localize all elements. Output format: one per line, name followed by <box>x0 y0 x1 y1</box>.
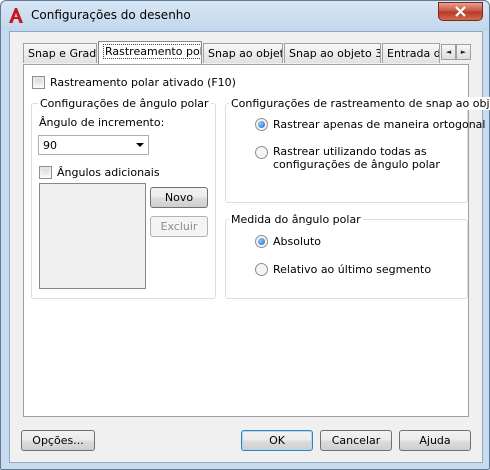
polar-tracking-label: Rastreamento polar ativado (F10) <box>50 76 236 89</box>
autocad-app-icon <box>9 8 23 23</box>
delete-angle-button-label: Excluir <box>160 220 198 233</box>
close-icon <box>455 6 466 17</box>
tab-snap-grade[interactable]: Snap e Grade <box>23 43 97 63</box>
all-polar-settings-radio[interactable] <box>255 146 268 159</box>
scroll-right-icon: ► <box>460 48 467 56</box>
additional-angles-label: Ângulos adicionais <box>57 166 160 179</box>
increment-angle-dropdown[interactable]: 90 <box>38 135 149 155</box>
tab-scroll-left-button[interactable]: ◄ <box>441 44 456 60</box>
angle-measurement-group <box>225 219 468 299</box>
new-angle-button-label: Novo <box>164 191 194 204</box>
new-angle-button[interactable]: Novo <box>150 187 208 208</box>
increment-angle-value: 90 <box>43 139 57 152</box>
delete-angle-button[interactable]: Excluir <box>150 216 208 237</box>
dialog-client-area: Snap e Grade Rastreamento polar Snap ao … <box>9 31 490 463</box>
additional-angles-list[interactable] <box>39 183 146 289</box>
tab-scroll-right-button[interactable]: ► <box>456 44 471 60</box>
cancel-button-label: Cancelar <box>331 434 381 447</box>
polar-tracking-checkbox[interactable] <box>32 76 45 89</box>
dialog-window: Configurações do desenho Snap e Grade Ra… <box>0 0 490 470</box>
options-button-label: Opções... <box>32 434 84 447</box>
all-polar-settings-label-line2: configurações de ângulo polar <box>273 158 440 171</box>
tab-label: Entrada din <box>387 47 439 60</box>
scroll-left-icon: ◄ <box>445 48 452 56</box>
tab-snap-objeto[interactable]: Snap ao objeto <box>203 43 283 63</box>
additional-angles-checkbox[interactable] <box>39 166 52 179</box>
close-button[interactable] <box>438 2 483 21</box>
angle-measurement-title: Medida do ângulo polar <box>229 213 363 226</box>
window-title: Configurações do desenho <box>31 8 191 22</box>
relative-last-segment-radio[interactable] <box>255 263 268 276</box>
help-button[interactable]: Ajuda <box>399 430 471 451</box>
tab-label: Snap ao objeto 3D <box>289 47 381 60</box>
ok-button[interactable]: OK <box>241 430 313 451</box>
increment-angle-label: Ângulo de incremento: <box>39 116 165 129</box>
tab-rastreamento-polar[interactable]: Rastreamento polar <box>98 41 202 64</box>
help-button-label: Ajuda <box>419 434 451 447</box>
chevron-down-icon <box>136 143 144 147</box>
tab-snap-objeto-3d[interactable]: Snap ao objeto 3D <box>284 43 381 63</box>
tab-page-rastreamento-polar: Rastreamento polar ativado (F10) Configu… <box>23 64 490 417</box>
tab-label: Snap e Grade <box>28 47 97 60</box>
title-bar: Configurações do desenho <box>1 1 489 31</box>
absolute-label: Absoluto <box>273 235 322 248</box>
absolute-radio[interactable] <box>255 235 268 248</box>
cancel-button[interactable]: Cancelar <box>320 430 392 451</box>
relative-last-segment-label: Relativo ao último segmento <box>273 263 432 276</box>
tab-label: Rastreamento polar <box>103 44 201 59</box>
orthogonal-only-radio[interactable] <box>255 118 268 131</box>
tab-entrada-dinamica[interactable]: Entrada din <box>382 43 440 63</box>
orthogonal-only-label: Rastrear apenas de maneira ortogonal <box>273 118 486 131</box>
snap-tracking-title: Configurações de rastreamento de snap ao… <box>229 97 490 110</box>
ok-button-label: OK <box>269 434 285 447</box>
all-polar-settings-label-line1: Rastrear utilizando todas as <box>273 145 427 158</box>
tab-label: Snap ao objeto <box>208 47 283 60</box>
options-button[interactable]: Opções... <box>21 430 95 451</box>
angle-settings-title: Configurações de ângulo polar <box>38 97 211 110</box>
